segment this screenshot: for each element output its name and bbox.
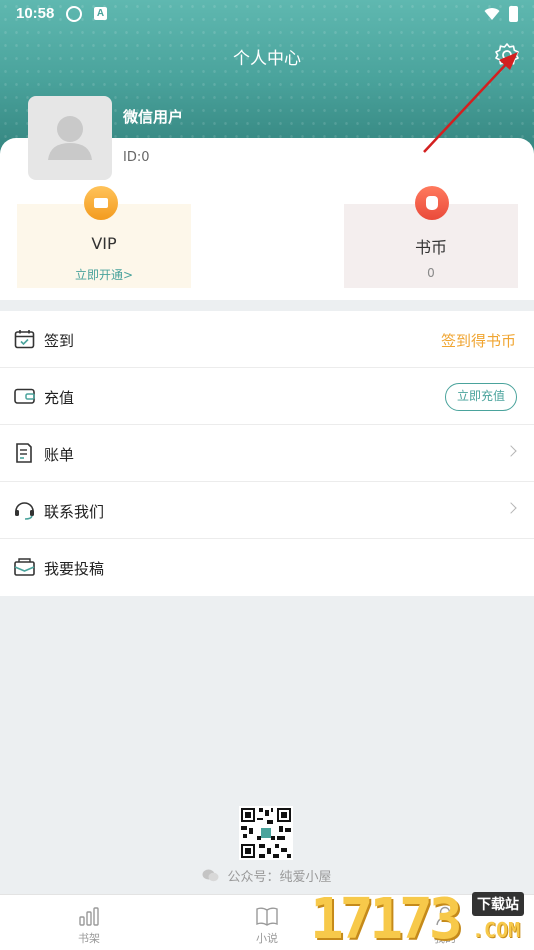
nav-label-bookshelf: 书架	[78, 932, 100, 945]
recharge-now-button[interactable]: 立即充值	[444, 383, 517, 411]
page-title: 个人中心	[233, 49, 301, 69]
calendar-check-icon	[14, 330, 35, 349]
user-id: ID:0	[123, 150, 150, 165]
menu-item-sign-in[interactable]: 签到 签到得书币	[0, 311, 534, 368]
avatar[interactable]	[28, 96, 112, 180]
watermark-digits: 17173	[310, 887, 463, 950]
vip-card-icon	[84, 186, 118, 220]
default-avatar-icon	[48, 116, 92, 160]
coins-balance: 0	[427, 266, 435, 280]
wallet-icon	[14, 388, 35, 404]
vip-title: VIP	[91, 234, 117, 253]
bill-label: 账单	[44, 446, 75, 464]
status-bar: 10:58 A	[0, 0, 534, 30]
official-account-text: 公众号：纯爱小屋	[0, 866, 534, 885]
recharge-label: 充值	[44, 389, 75, 407]
watermark-tag: 下载站	[472, 892, 524, 916]
qr-code-image	[239, 806, 293, 860]
vip-activate-link[interactable]: 立即开通>	[17, 266, 191, 283]
settings-gear-icon[interactable]	[494, 42, 520, 68]
menu-list: 签到 签到得书币 充值 立即充值 账单 联系我们 我要投稿	[0, 311, 534, 596]
menu-item-submit[interactable]: 我要投稿	[0, 539, 534, 596]
watermark-suffix: .COM	[472, 918, 521, 942]
coins-title: 书币	[414, 238, 447, 257]
contact-label: 联系我们	[44, 503, 105, 521]
menu-item-bill[interactable]: 账单	[0, 425, 534, 482]
status-time: 10:58	[16, 5, 55, 22]
sign-in-label: 签到	[44, 332, 75, 350]
chevron-right-icon	[505, 502, 517, 514]
battery-icon	[509, 6, 518, 22]
bill-document-icon	[16, 443, 32, 463]
sign-in-reward-link[interactable]: 签到得书币	[441, 330, 516, 351]
sync-icon	[66, 6, 82, 22]
headset-icon	[15, 502, 34, 520]
coin-bag-icon	[415, 186, 449, 220]
bookshelf-icon	[79, 907, 99, 926]
menu-item-recharge[interactable]: 充值 立即充值	[0, 368, 534, 425]
nav-tab-bookshelf[interactable]: 书架	[0, 895, 178, 950]
official-account-label: 公众号：纯爱小屋	[227, 870, 332, 885]
chevron-right-icon	[505, 445, 517, 457]
user-name: 微信用户	[123, 108, 184, 126]
wifi-icon	[484, 8, 500, 20]
open-book-icon	[256, 907, 278, 926]
wechat-icon	[202, 869, 219, 882]
menu-item-contact[interactable]: 联系我们	[0, 482, 534, 539]
site-watermark-logo: 17173 下载站 .COM	[310, 888, 534, 950]
submit-label: 我要投稿	[44, 560, 105, 578]
notification-a-icon: A	[94, 7, 107, 20]
submission-box-icon	[14, 558, 35, 576]
